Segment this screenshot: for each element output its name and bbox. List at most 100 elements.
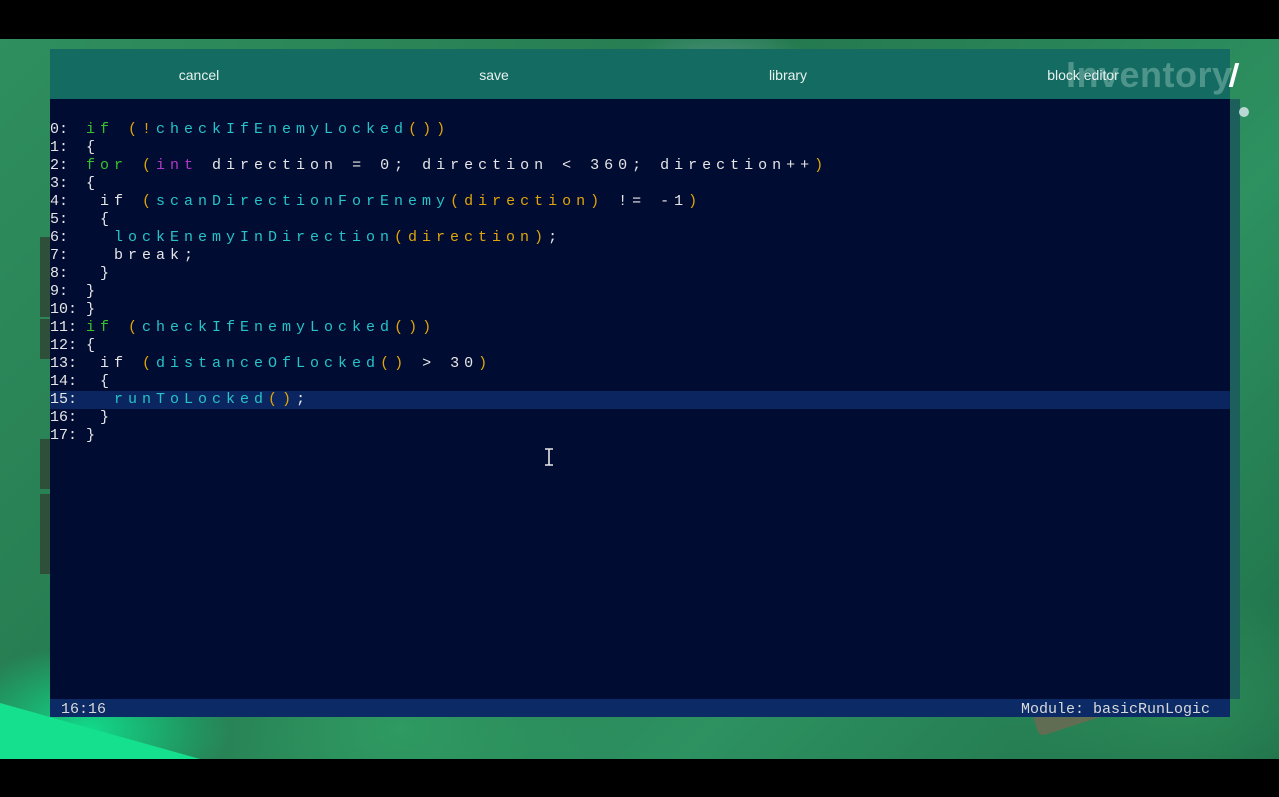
code-text: } [86, 427, 100, 444]
code-text: { [86, 175, 100, 192]
line-number: 6: [50, 229, 69, 246]
code-line[interactable]: 8: } [50, 265, 1230, 283]
line-number: 5: [50, 211, 69, 228]
code-text: lockEnemyInDirection(direction); [86, 229, 562, 246]
code-token: ()) [408, 121, 451, 138]
code-token: if [86, 193, 143, 210]
code-token: (direction) [394, 229, 549, 246]
code-text: } [86, 409, 114, 426]
line-number: 10: [50, 301, 78, 318]
cancel-button[interactable]: cancel [50, 49, 348, 99]
editor-toolbar: cancel save library Inventory block edit… [50, 49, 1240, 99]
line-number: 4: [50, 193, 69, 210]
line-number: 3: [50, 175, 69, 192]
code-token: ( [142, 355, 157, 372]
code-text: { [86, 139, 100, 156]
code-text: break; [86, 247, 198, 264]
code-text: if (!checkIfEnemyLocked()) [86, 121, 450, 138]
code-line[interactable]: 16: } [50, 409, 1230, 427]
code-text: { [86, 373, 114, 390]
line-number: 9: [50, 283, 69, 300]
code-line[interactable]: 2: for (int direction = 0; direction < 36… [50, 157, 1230, 175]
code-token: ) [478, 355, 493, 372]
code-line[interactable]: 3: { [50, 175, 1230, 193]
code-token: } [86, 301, 101, 318]
code-token: checkIfEnemyLocked [142, 319, 395, 336]
line-number: 16: [50, 409, 78, 426]
code-text: if (scanDirectionForEnemy(direction) != … [86, 193, 702, 210]
code-text-area[interactable]: 0: if (!checkIfEnemyLocked()) 1:{2: for (in… [50, 121, 1230, 445]
code-token: } [86, 427, 101, 444]
code-token: if [86, 319, 129, 336]
hud-strip [40, 319, 50, 359]
line-number: 15: [50, 391, 78, 408]
code-line[interactable]: 13: if (distanceOfLocked() > 30) [50, 355, 1230, 373]
status-bar: 16:16 Module: basicRunLogic [50, 699, 1230, 718]
code-token: () [268, 391, 297, 408]
code-text: } [86, 301, 100, 318]
code-token: ) [688, 193, 703, 210]
scrollbar-thumb[interactable] [1239, 107, 1249, 117]
code-token: ( [142, 193, 157, 210]
code-line[interactable]: 10:} [50, 301, 1230, 319]
code-token: ; [548, 229, 563, 246]
line-number: 7: [50, 247, 69, 264]
code-text: { [86, 211, 114, 228]
hud-strip [40, 439, 50, 489]
code-token: (! [128, 121, 157, 138]
code-token: { [86, 139, 101, 156]
code-editor-window: cancel save library Inventory block edit… [50, 49, 1240, 718]
code-token: } [86, 409, 115, 426]
code-token: checkIfEnemyLocked [156, 121, 409, 138]
code-text: if (checkIfEnemyLocked()) [86, 319, 436, 336]
code-token: (direction) [450, 193, 605, 210]
code-line[interactable]: 15: runToLocked(); [50, 391, 1230, 409]
code-line[interactable]: 14: { [50, 373, 1230, 391]
hud-strip [40, 494, 50, 574]
hud-strip [40, 237, 50, 317]
line-number: 0: [50, 121, 69, 138]
code-line[interactable]: 0: if (!checkIfEnemyLocked()) [50, 121, 1230, 139]
code-text: for (int direction = 0; direction < 360;… [86, 157, 828, 174]
code-token: distanceOfLocked [156, 355, 381, 372]
code-token: } [86, 265, 115, 282]
code-token: } [86, 283, 101, 300]
code-token: break; [86, 247, 199, 264]
i-beam-cursor-icon [545, 448, 553, 466]
code-token: ( [142, 157, 157, 174]
cursor-position: 16:16 [61, 701, 107, 718]
scrollbar-track[interactable] [1229, 99, 1240, 699]
code-line[interactable]: 4: if (scanDirectionForEnemy(direction) … [50, 193, 1230, 211]
code-token: ; [296, 391, 311, 408]
code-line[interactable]: 5: { [50, 211, 1230, 229]
save-button[interactable]: save [348, 49, 640, 99]
code-line[interactable]: 1: { [50, 139, 1230, 157]
code-line[interactable]: 12: { [50, 337, 1230, 355]
code-text: if (distanceOfLocked() > 30) [86, 355, 492, 372]
code-token: ()) [394, 319, 437, 336]
code-token: { [86, 373, 115, 390]
code-token: if [86, 121, 129, 138]
line-number: 1: [50, 139, 69, 156]
code-line[interactable]: 6: lockEnemyInDirection(direction); [50, 229, 1230, 247]
code-line[interactable]: 7: break; [50, 247, 1230, 265]
block-editor-button[interactable]: block editor [936, 49, 1230, 99]
library-button[interactable]: library [640, 49, 936, 99]
code-text: { [86, 337, 100, 354]
line-number: 11: [50, 319, 78, 336]
code-text: runToLocked(); [86, 391, 310, 408]
line-number: 2: [50, 157, 69, 174]
code-token: > 30 [408, 355, 479, 372]
code-text: } [86, 265, 114, 282]
code-line[interactable]: 11: if (checkIfEnemyLocked()) [50, 319, 1230, 337]
line-number: 17: [50, 427, 78, 444]
line-number: 12: [50, 337, 78, 354]
line-number: 8: [50, 265, 69, 282]
letterbox-bottom [0, 759, 1279, 797]
code-token: { [86, 211, 115, 228]
code-line[interactable]: 17:} [50, 427, 1230, 445]
code-text: } [86, 283, 100, 300]
code-line[interactable]: 9:} [50, 283, 1230, 301]
